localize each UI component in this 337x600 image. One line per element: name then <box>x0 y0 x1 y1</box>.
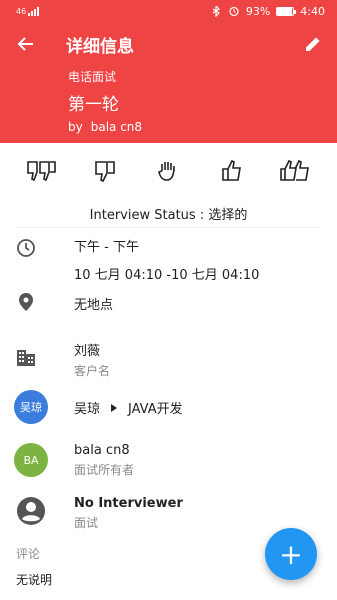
candidate-position: JAVA开发 <box>128 402 183 417</box>
owner-name: bala cn8 <box>74 443 130 458</box>
comments-section: 评论 无说明 <box>16 545 52 588</box>
comments-value: 无说明 <box>16 573 53 587</box>
date-range: 10 七月 04:10 -10 七月 04:10 <box>74 268 260 283</box>
candidate-name: 吴琼 <box>74 402 101 417</box>
location-row: 无地点 <box>0 293 337 313</box>
play-arrow-icon <box>111 403 118 412</box>
candidate-info: 吴琼 JAVA开发 <box>74 392 337 417</box>
strong-no-icon[interactable] <box>25 156 59 186</box>
time-row: 下午 - 下午 10 七月 04:10 -10 七月 04:10 <box>0 236 337 283</box>
building-icon <box>14 346 38 370</box>
interview-type: 电话面试 <box>68 70 117 84</box>
interviewer-name: No Interviewer <box>74 496 183 511</box>
time-range: 下午 - 下午 <box>74 240 139 255</box>
add-button[interactable]: + <box>265 528 317 580</box>
by-name: bala cn8 <box>90 120 143 134</box>
clock-icon <box>14 236 38 260</box>
location-pin-icon <box>14 290 38 314</box>
candidate-row[interactable]: 吴琼 吴琼 JAVA开发 <box>0 390 337 424</box>
status-icons: 93% 4:40 <box>210 5 325 18</box>
client-label: 客户名 <box>74 364 111 378</box>
signal-text: 46 <box>16 6 27 16</box>
interviewer-row: No Interviewer 面试 <box>0 496 337 531</box>
bluetooth-icon <box>212 5 220 17</box>
comments-label: 评论 <box>16 547 41 561</box>
header: 46 93% 4:40 详细信息 电话面试 第一轮 by bala cn8 <box>0 0 337 143</box>
battery-percent: 93% <box>245 4 271 18</box>
rating-bar <box>0 143 337 198</box>
battery-icon <box>276 6 297 16</box>
pencil-icon[interactable] <box>301 32 325 56</box>
location-text: 无地点 <box>74 298 114 313</box>
created-by: by bala cn8 <box>68 120 337 134</box>
signal-indicator: 46 <box>16 6 40 16</box>
alarm-icon <box>229 6 239 17</box>
signal-icon <box>28 6 40 16</box>
by-label: by <box>68 120 83 134</box>
arrow-back-icon[interactable] <box>14 32 38 56</box>
owner-avatar: BA <box>14 443 48 477</box>
neutral-icon[interactable] <box>151 156 185 186</box>
toolbar: 详细信息 <box>0 22 337 66</box>
account-circle-icon <box>16 496 46 526</box>
strong-yes-icon[interactable] <box>278 156 312 186</box>
page-title: 详细信息 <box>66 36 134 57</box>
interview-status: Interview Status : 选择的 <box>16 198 321 228</box>
owner-row: BA bala cn8 面试所有者 <box>0 443 337 478</box>
owner-label: 面试所有者 <box>74 463 135 477</box>
clock: 4:40 <box>300 4 325 18</box>
no-icon[interactable] <box>88 156 122 186</box>
client-row: 刘薇 客户名 <box>0 340 337 379</box>
interview-round: 第一轮 <box>68 95 119 115</box>
yes-icon[interactable] <box>215 156 249 186</box>
client-name: 刘薇 <box>74 344 101 359</box>
battery-fill <box>277 7 293 15</box>
candidate-avatar: 吴琼 <box>14 390 48 424</box>
status-bar: 46 93% 4:40 <box>0 0 337 22</box>
interview-summary: 电话面试 第一轮 by bala cn8 <box>0 68 337 134</box>
